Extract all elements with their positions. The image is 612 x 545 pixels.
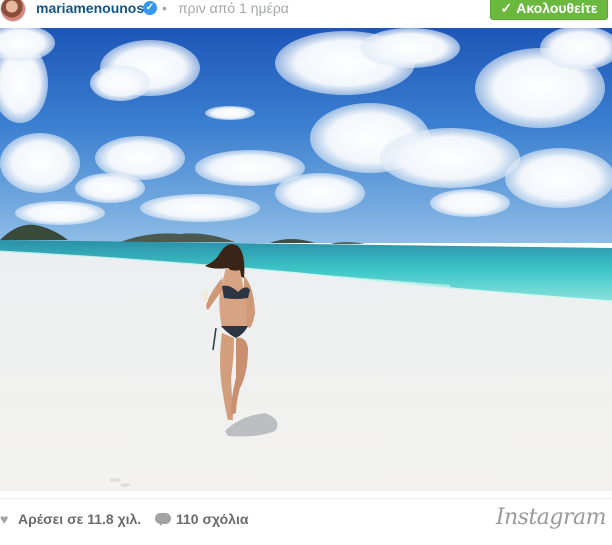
post-footer: ♥ Αρέσει σε 11.8 χιλ. 110 σχόλια Instagr…: [0, 498, 612, 545]
following-button[interactable]: ✓ Ακολουθείτε: [490, 0, 608, 20]
comments-label: 110 σχόλια: [176, 511, 249, 527]
check-icon: ✓: [500, 0, 513, 16]
post-photo[interactable]: [0, 28, 612, 491]
heart-icon: ♥: [0, 511, 9, 527]
likes-label: Αρέσει σε 11.8 χιλ.: [18, 511, 142, 527]
instagram-logo[interactable]: Instagram: [496, 505, 607, 530]
post-header: mariamenounos ✓ • πριν από 1 ημέρα ✓ Ακο…: [0, 0, 612, 28]
username-link[interactable]: mariamenounos: [36, 0, 144, 16]
instagram-post-card: mariamenounos ✓ • πριν από 1 ημέρα ✓ Ακο…: [0, 0, 612, 545]
comments-count[interactable]: 110 σχόλια: [155, 511, 248, 527]
beach-photo: [0, 28, 612, 491]
post-timestamp[interactable]: πριν από 1 ημέρα: [178, 0, 289, 16]
following-button-label: Ακολουθείτε: [516, 0, 598, 16]
verified-badge-icon: ✓: [143, 1, 157, 15]
likes-count[interactable]: ♥ Αρέσει σε 11.8 χιλ.: [0, 511, 141, 527]
avatar[interactable]: [0, 0, 26, 22]
comment-bubble-icon: [155, 512, 171, 526]
separator-dot: •: [162, 0, 167, 16]
